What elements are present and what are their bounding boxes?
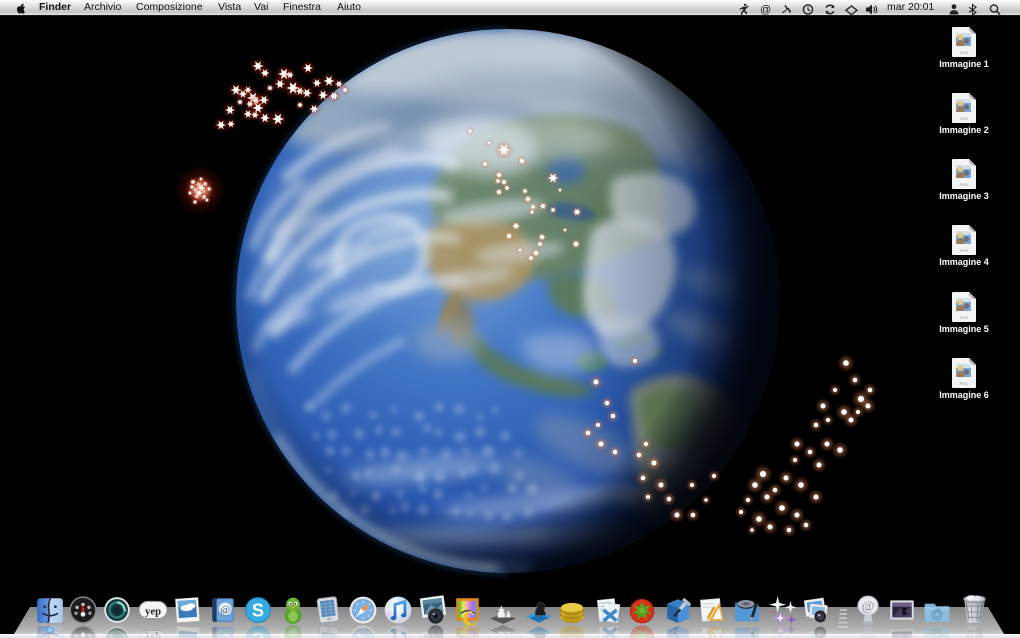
svg-text:yep: yep: [145, 605, 161, 617]
svg-text:@: @: [760, 4, 771, 16]
svg-text:@: @: [862, 600, 875, 615]
svg-text:S: S: [252, 600, 264, 620]
svg-text:@: @: [220, 604, 230, 616]
